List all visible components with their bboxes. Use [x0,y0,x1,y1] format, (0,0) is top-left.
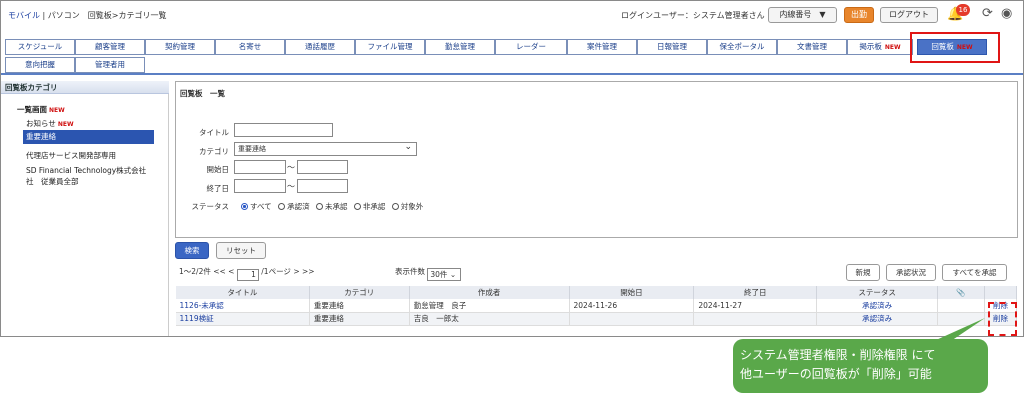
callout-line-1: システム管理者権限・削除権限 にて [740,348,936,362]
callout-pointer [925,318,985,345]
callout-line-2: 他ユーザーの回覧板が「削除」可能 [740,367,932,381]
annotation-callout: システム管理者権限・削除権限 にて 他ユーザーの回覧板が「削除」可能 [733,339,988,393]
